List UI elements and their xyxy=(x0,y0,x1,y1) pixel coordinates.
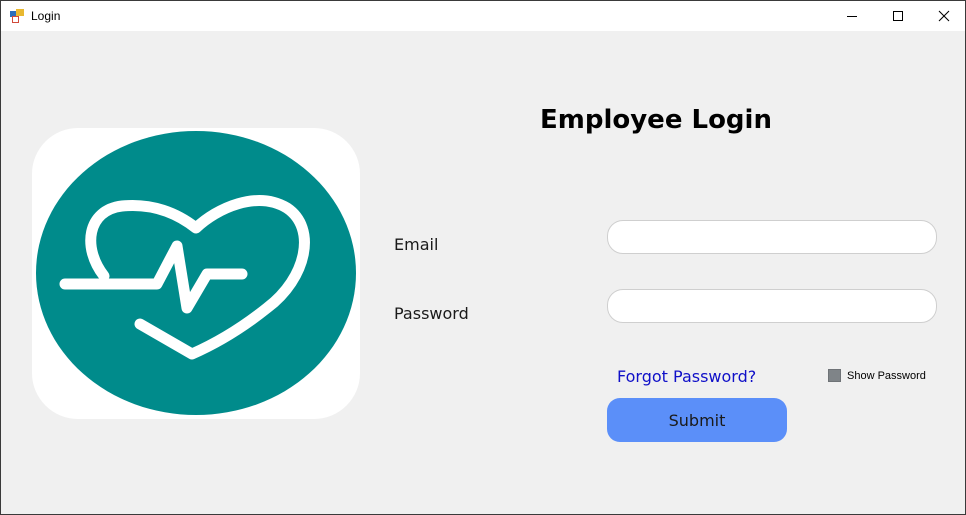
minimize-button[interactable] xyxy=(829,1,875,31)
login-window: Login Employee Login Email Password Forg… xyxy=(0,0,966,515)
close-button[interactable] xyxy=(921,1,966,31)
show-password-checkbox[interactable] xyxy=(828,369,841,382)
maximize-icon xyxy=(893,11,903,21)
forgot-password-link[interactable]: Forgot Password? xyxy=(617,367,756,386)
show-password-label[interactable]: Show Password xyxy=(847,370,926,382)
show-password-toggle[interactable]: Show Password xyxy=(828,369,926,382)
password-label: Password xyxy=(394,304,469,323)
heart-pulse-logo xyxy=(32,128,360,419)
window-title: Login xyxy=(31,9,61,23)
password-field[interactable] xyxy=(607,289,937,323)
minimize-icon xyxy=(847,16,857,17)
maximize-button[interactable] xyxy=(875,1,921,31)
app-icon xyxy=(10,9,24,23)
close-icon xyxy=(938,10,950,22)
title-bar[interactable]: Login xyxy=(1,1,965,31)
email-label: Email xyxy=(394,235,439,254)
email-field[interactable] xyxy=(607,220,937,254)
submit-button[interactable]: Submit xyxy=(607,398,787,442)
page-title: Employee Login xyxy=(540,105,772,135)
